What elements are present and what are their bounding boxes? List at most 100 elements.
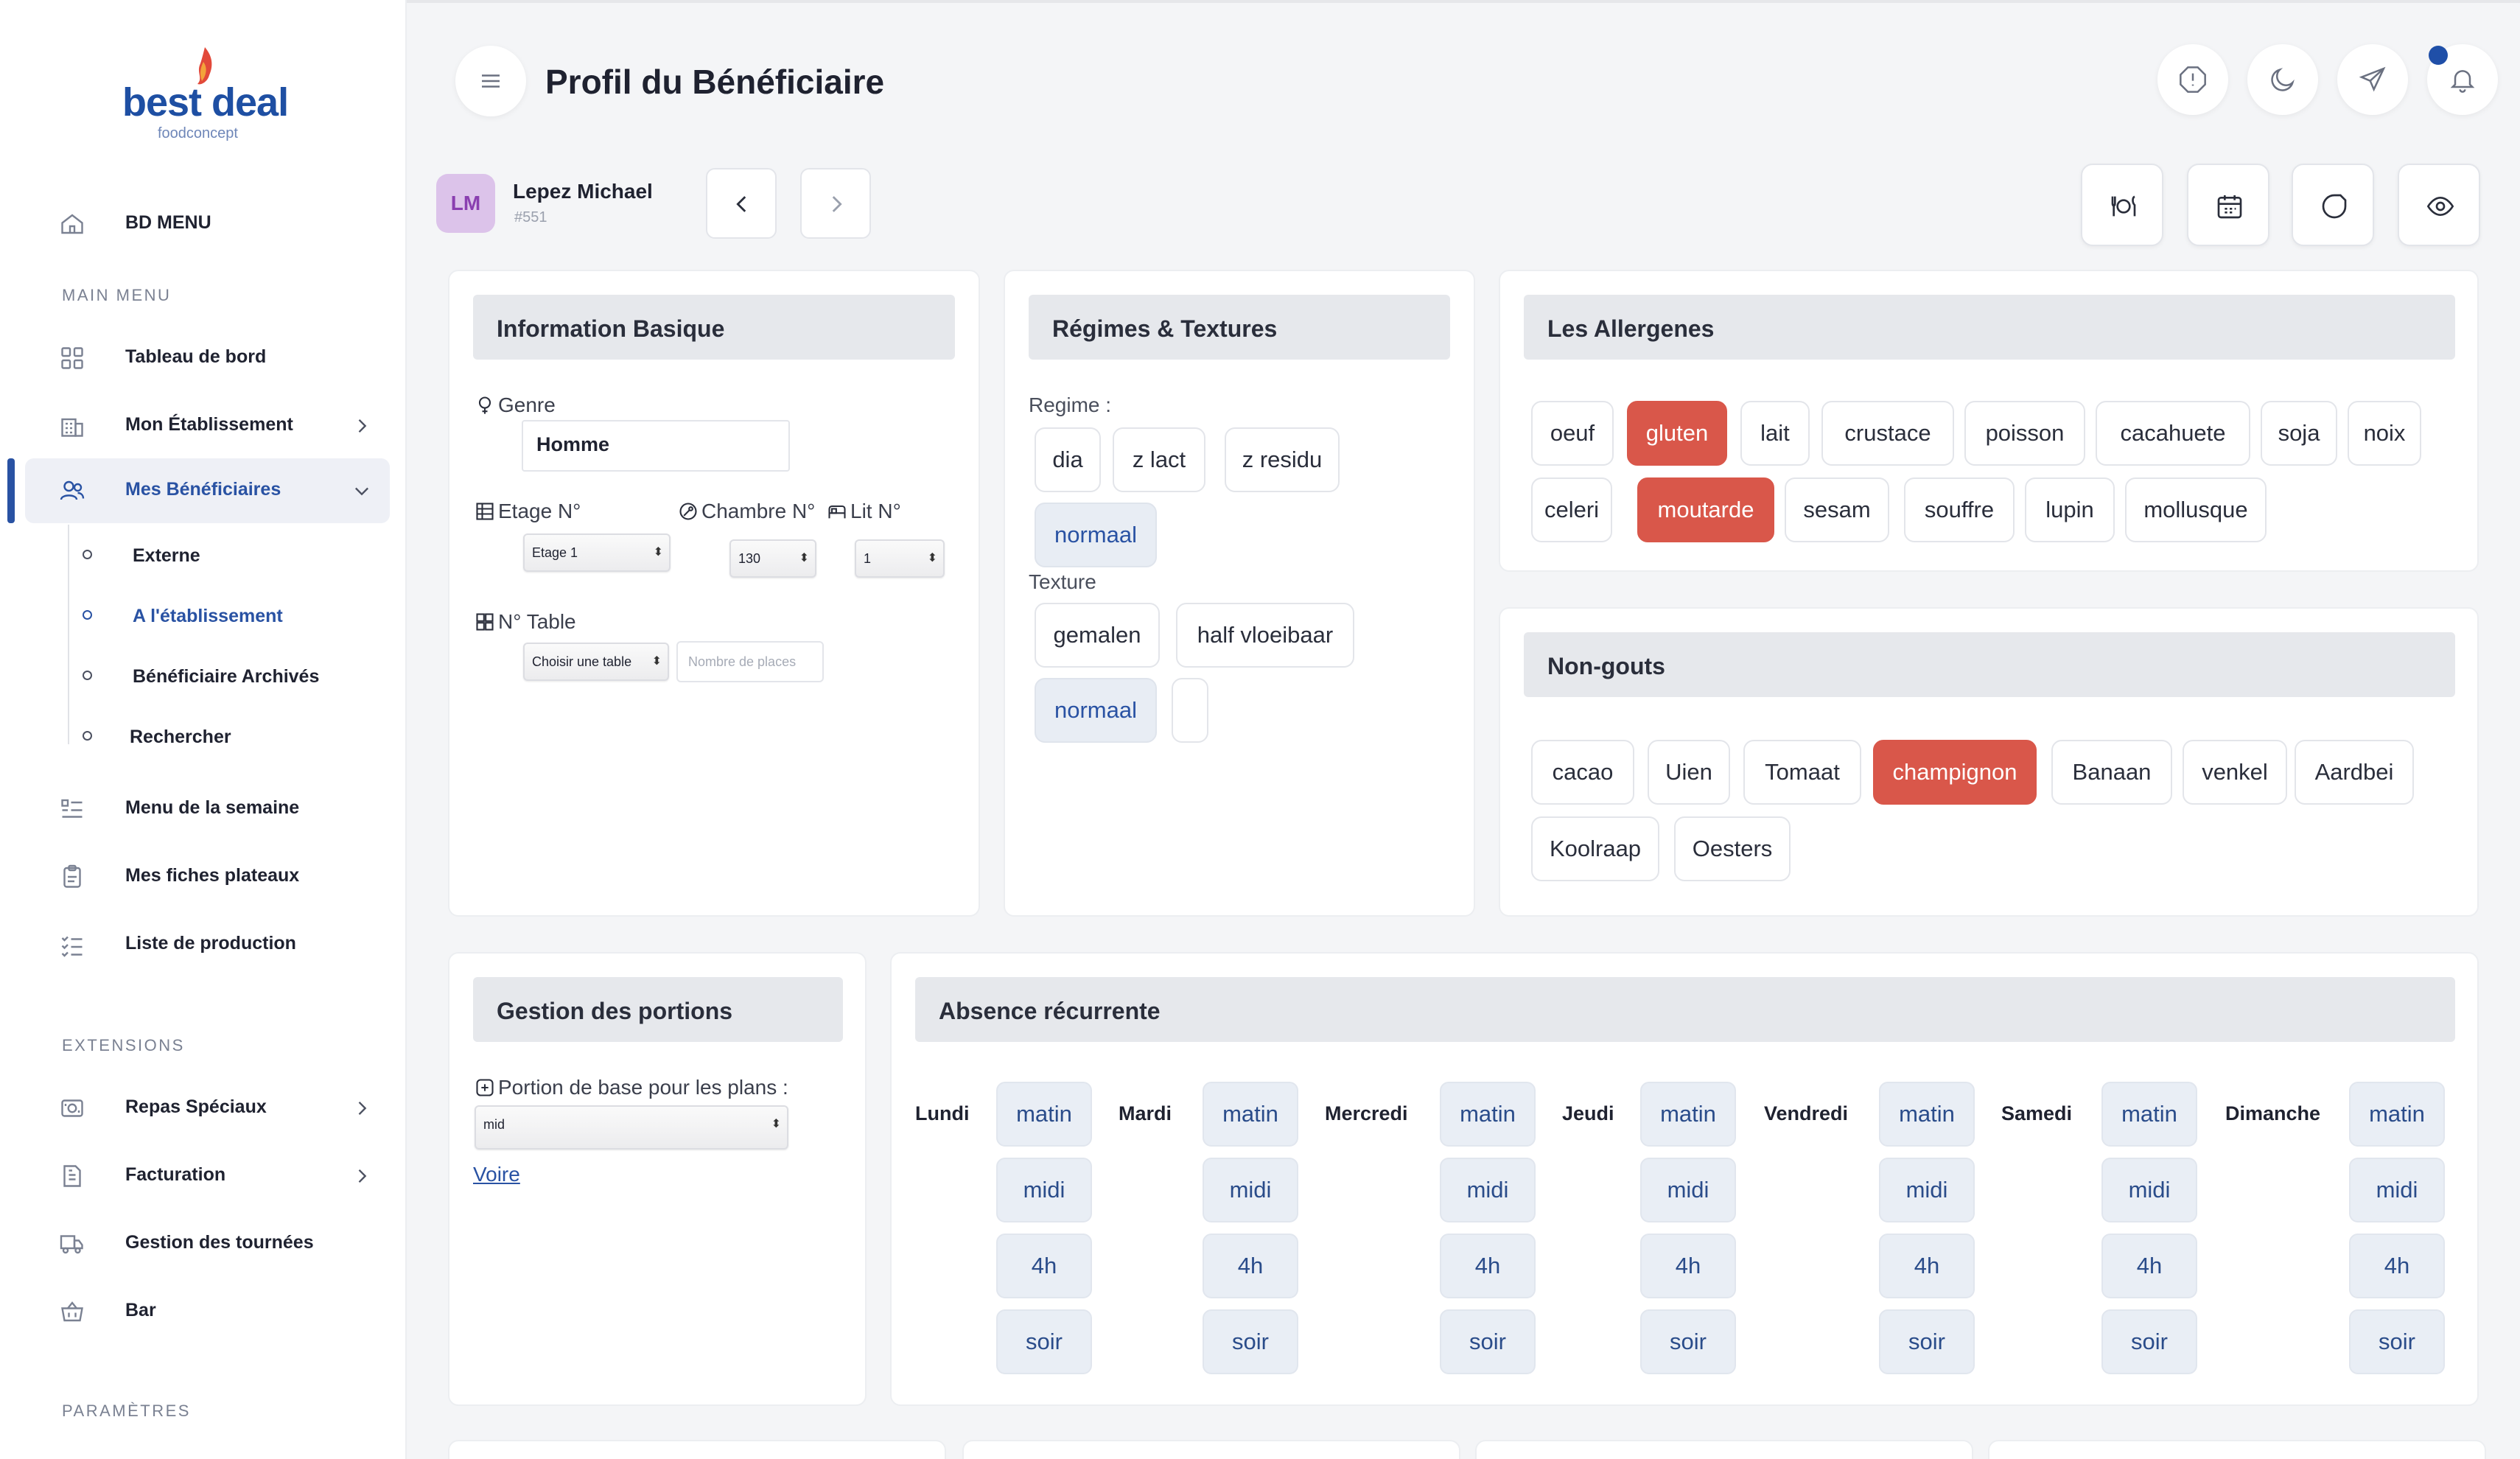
hamburger-icon [482, 74, 500, 88]
texture-chip[interactable]: half vloeibaar [1176, 603, 1354, 668]
allergen-chip[interactable]: soja [2261, 401, 2337, 466]
absence-slot-button[interactable]: matin [996, 1082, 1092, 1147]
absence-slot-button[interactable]: matin [1640, 1082, 1736, 1147]
submenu-item-search[interactable]: Rechercher [77, 713, 393, 758]
sidebar-item-weekly-menu[interactable]: Menu de la semaine [25, 777, 390, 842]
submenu-item-etablissement[interactable]: A l'établissement [77, 592, 393, 637]
dark-mode-button[interactable] [2247, 44, 2318, 115]
dislike-chip[interactable]: Aardbei [2295, 740, 2414, 805]
places-input[interactable]: Nombre de places [676, 641, 824, 682]
allergen-chip[interactable]: sesam [1785, 477, 1889, 542]
dislike-chip[interactable]: Oesters [1674, 816, 1791, 881]
dislike-chip[interactable]: Koolraap [1531, 816, 1659, 881]
absence-slot-button[interactable]: soir [1440, 1309, 1536, 1374]
absence-slot-button[interactable]: matin [1203, 1082, 1298, 1147]
allergen-chip[interactable]: souffre [1904, 477, 2015, 542]
absence-slot-button[interactable]: soir [2349, 1309, 2445, 1374]
table-select[interactable]: Choisir une table [523, 643, 669, 681]
allergen-chip[interactable]: noix [2348, 401, 2421, 466]
absence-slot-button[interactable]: midi [2101, 1158, 2197, 1222]
report-button[interactable] [2292, 164, 2374, 246]
sidebar-item-special-meals[interactable]: Repas Spéciaux [25, 1076, 390, 1141]
texture-chip[interactable]: gemalen [1035, 603, 1160, 668]
texture-chip-selected[interactable]: normaal [1035, 678, 1157, 743]
sidebar-item-billing[interactable]: Facturation [25, 1144, 390, 1208]
floors-icon [476, 503, 494, 520]
absence-slot-button[interactable]: soir [1640, 1309, 1736, 1374]
absence-slot-button[interactable]: matin [2101, 1082, 2197, 1147]
allergen-chip[interactable]: celeri [1531, 477, 1612, 542]
absence-slot-button[interactable]: soir [2101, 1309, 2197, 1374]
absence-slot-button[interactable]: midi [2349, 1158, 2445, 1222]
absence-slot-button[interactable]: matin [2349, 1082, 2445, 1147]
genre-field[interactable]: Homme [522, 420, 790, 472]
dislike-chip[interactable]: Uien [1648, 740, 1730, 805]
absence-slot-button[interactable]: midi [1879, 1158, 1975, 1222]
brand-logo[interactable]: best deal foodconcept [118, 46, 302, 149]
voire-link[interactable]: Voire [473, 1163, 520, 1186]
submenu-item-label: Externe [133, 545, 200, 566]
dislike-chip-selected[interactable]: champignon [1873, 740, 2037, 805]
dislike-chip[interactable]: cacao [1531, 740, 1634, 805]
allergen-chip[interactable]: poisson [1964, 401, 2085, 466]
absence-slot-button[interactable]: midi [996, 1158, 1092, 1222]
allergen-chip-selected[interactable]: moutarde [1637, 477, 1774, 542]
dislike-chip[interactable]: Tomaat [1743, 740, 1861, 805]
regime-chip[interactable]: dia [1035, 427, 1101, 492]
dislike-chip[interactable]: Banaan [2051, 740, 2172, 805]
view-button[interactable] [2398, 164, 2480, 246]
absence-slot-button[interactable]: 4h [2101, 1234, 2197, 1298]
menu-toggle-button[interactable] [455, 46, 526, 116]
absence-slot-button[interactable]: matin [1879, 1082, 1975, 1147]
sidebar-item-delivery-routes[interactable]: Gestion des tournées [25, 1211, 390, 1276]
card-header: Absence récurrente [915, 977, 2455, 1042]
submenu-item-archived[interactable]: Bénéficiaire Archivés [77, 653, 393, 697]
meal-button[interactable] [2081, 164, 2163, 246]
allergen-chip[interactable]: cacahuete [2096, 401, 2250, 466]
alert-button[interactable] [2157, 44, 2228, 115]
sidebar-item-production-list[interactable]: Liste de production [25, 912, 390, 977]
send-button[interactable] [2337, 44, 2408, 115]
absence-slot-button[interactable]: 4h [996, 1234, 1092, 1298]
submenu-item-externe[interactable]: Externe [77, 532, 393, 576]
sidebar-item-dashboard[interactable]: Tableau de bord [25, 326, 390, 391]
portion-base-select[interactable]: mid [475, 1105, 788, 1150]
absence-slot-button[interactable]: midi [1203, 1158, 1298, 1222]
absence-slot-button[interactable]: 4h [2349, 1234, 2445, 1298]
next-patient-button[interactable] [800, 168, 871, 239]
allergen-chip[interactable]: oeuf [1531, 401, 1614, 466]
absence-slot-button[interactable]: soir [1879, 1309, 1975, 1374]
absence-slot-button[interactable]: midi [1640, 1158, 1736, 1222]
allergen-chip-selected[interactable]: gluten [1627, 401, 1727, 466]
regime-chip[interactable]: z residu [1225, 427, 1340, 492]
brand-name: best deal [122, 80, 289, 125]
lit-select[interactable]: 1 [855, 539, 945, 578]
sidebar-item-beneficiaries[interactable]: Mes Bénéficiaires [25, 458, 390, 523]
absence-slot-button[interactable]: soir [1203, 1309, 1298, 1374]
absence-slot-button[interactable]: 4h [1440, 1234, 1536, 1298]
calendar-button[interactable] [2187, 164, 2269, 246]
etage-select[interactable]: Etage 1 [523, 533, 671, 572]
regime-chip-selected[interactable]: normaal [1035, 503, 1157, 567]
sidebar-item-bar[interactable]: Bar [25, 1279, 390, 1344]
sidebar-item-bd-menu[interactable]: BD MENU [25, 192, 390, 256]
basket-icon [61, 1301, 83, 1322]
sidebar-item-label: Mes fiches plateaux [125, 865, 300, 886]
absence-slot-button[interactable]: 4h [1203, 1234, 1298, 1298]
regime-chip[interactable]: z lact [1113, 427, 1205, 492]
sidebar-item-establishment[interactable]: Mon Établissement [25, 393, 390, 458]
allergen-chip[interactable]: crustace [1821, 401, 1954, 466]
texture-chip-empty[interactable] [1172, 678, 1208, 743]
allergen-chip[interactable]: lupin [2025, 477, 2115, 542]
absence-slot-button[interactable]: matin [1440, 1082, 1536, 1147]
absence-slot-button[interactable]: 4h [1640, 1234, 1736, 1298]
absence-slot-button[interactable]: soir [996, 1309, 1092, 1374]
allergen-chip[interactable]: lait [1740, 401, 1810, 466]
sidebar-item-tray-sheets[interactable]: Mes fiches plateaux [25, 844, 390, 909]
dislike-chip[interactable]: venkel [2183, 740, 2287, 805]
absence-slot-button[interactable]: midi [1440, 1158, 1536, 1222]
allergen-chip[interactable]: mollusque [2125, 477, 2267, 542]
previous-patient-button[interactable] [706, 168, 777, 239]
absence-slot-button[interactable]: 4h [1879, 1234, 1975, 1298]
chambre-select[interactable]: 130 [729, 539, 816, 578]
